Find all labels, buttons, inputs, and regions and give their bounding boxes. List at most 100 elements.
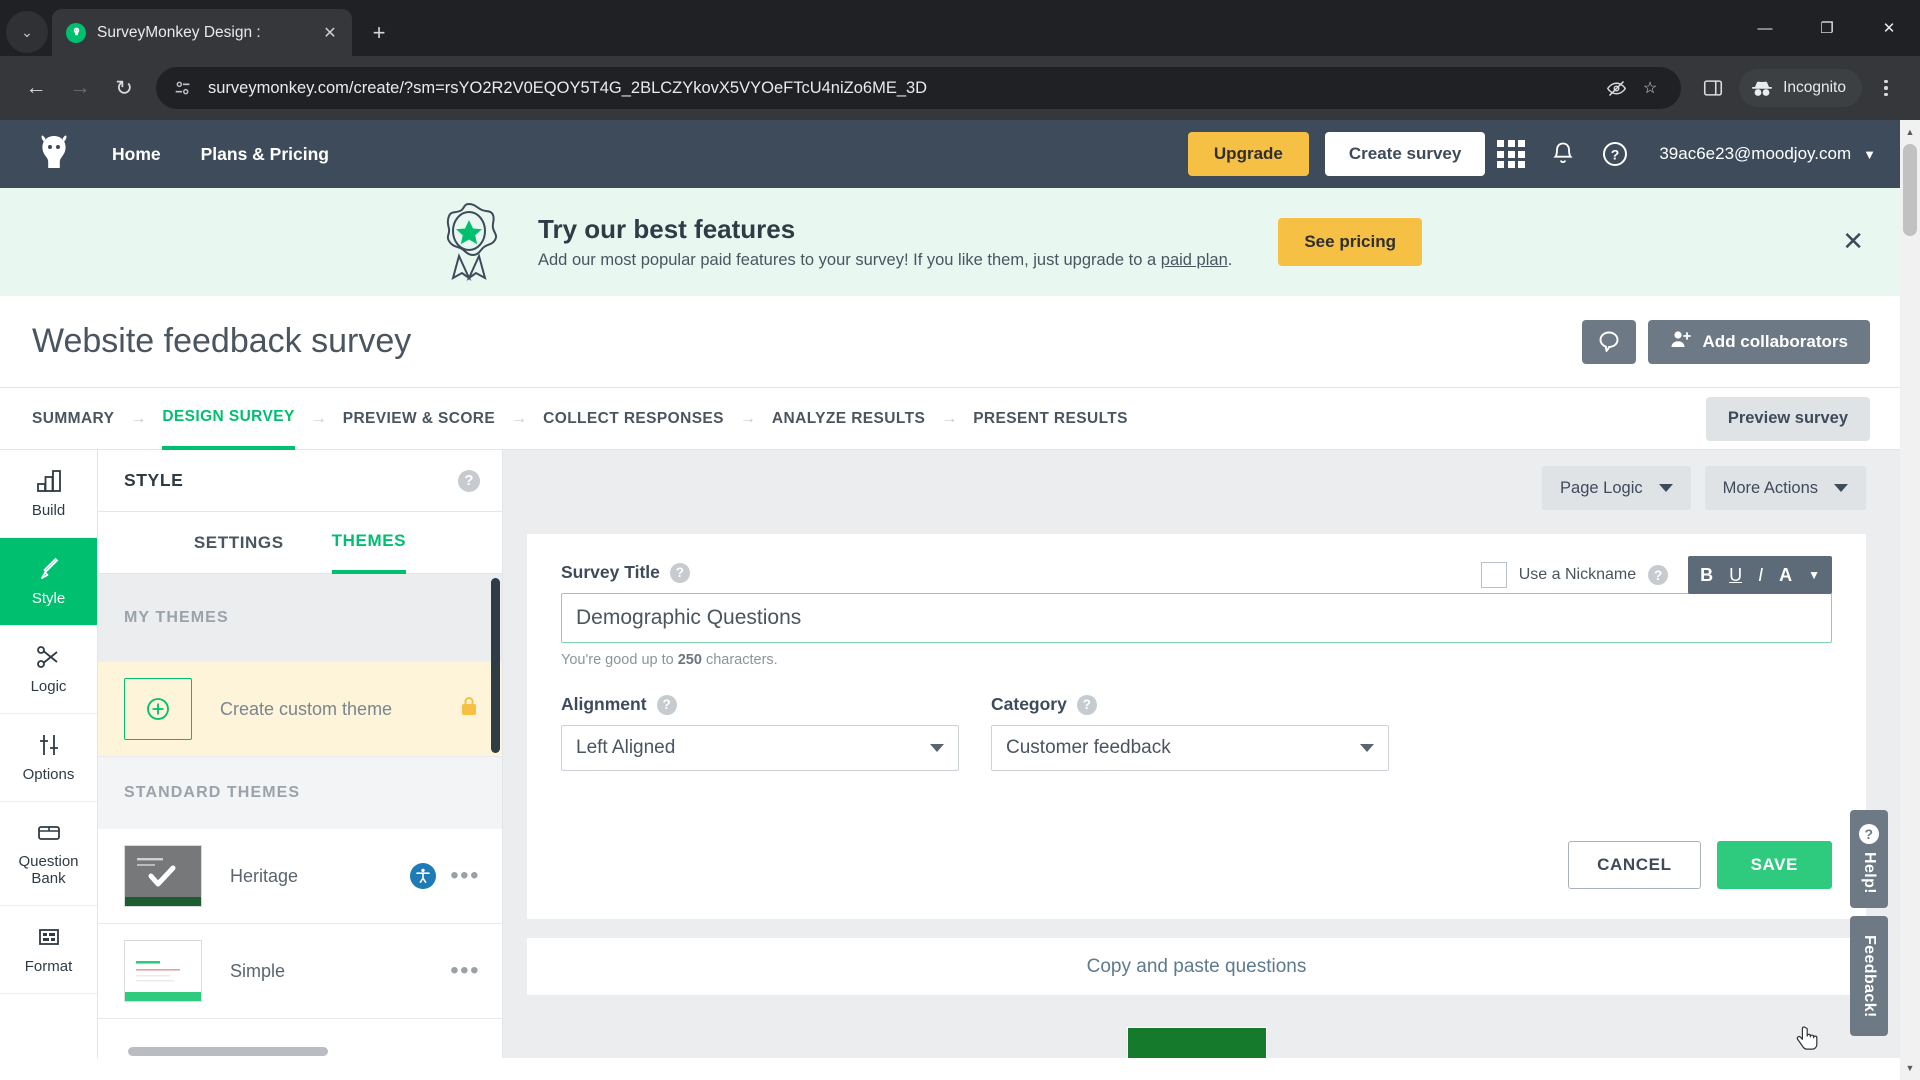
- accessibility-icon[interactable]: [410, 863, 437, 889]
- more-actions-button[interactable]: More Actions: [1704, 466, 1866, 510]
- alignment-select[interactable]: Left Aligned: [561, 725, 959, 771]
- page-logic-button[interactable]: Page Logic: [1542, 466, 1691, 510]
- themes-scrollbar[interactable]: [491, 578, 500, 753]
- page-info-icon[interactable]: [172, 77, 194, 99]
- tab-design-survey[interactable]: DESIGN SURVEY: [162, 388, 295, 450]
- help-icon[interactable]: ?: [458, 469, 480, 492]
- upgrade-button[interactable]: Upgrade: [1187, 132, 1309, 176]
- theme-options-icon[interactable]: •••: [450, 863, 480, 888]
- use-nickname-checkbox[interactable]: [1480, 562, 1507, 588]
- tab-collect-responses[interactable]: COLLECT RESPONSES: [543, 388, 724, 450]
- format-more-caret-icon[interactable]: ▼: [1808, 568, 1820, 582]
- scroll-up-arrow-icon[interactable]: ▲: [1900, 122, 1920, 142]
- notifications-bell-icon[interactable]: [1537, 130, 1589, 178]
- tab-analyze-results[interactable]: ANALYZE RESULTS: [772, 388, 925, 450]
- nav-link-plans-pricing[interactable]: Plans & Pricing: [201, 144, 329, 165]
- chevron-down-icon: [1658, 484, 1673, 492]
- tab-themes[interactable]: THEMES: [331, 512, 407, 574]
- theme-row-create-custom[interactable]: Create custom theme: [98, 662, 502, 757]
- sidebar-item-options[interactable]: Options: [0, 714, 97, 802]
- tab-settings[interactable]: SETTINGS: [194, 512, 284, 574]
- account-menu[interactable]: 39ac6e23@moodjoy.com ▼: [1659, 144, 1876, 164]
- toolbar-right: Incognito: [1691, 66, 1906, 110]
- sidebar-label-build: Build: [31, 501, 66, 519]
- help-icon[interactable]: ?: [1076, 694, 1097, 715]
- next-button-partial[interactable]: [1126, 1027, 1267, 1058]
- window-close-button[interactable]: ✕: [1858, 0, 1920, 56]
- new-tab-button[interactable]: +: [362, 16, 396, 50]
- address-bar-url: surveymonkey.com/create/?sm=rsYO2R2V0EQO…: [208, 78, 928, 97]
- chevron-down-icon: ▼: [1863, 146, 1876, 162]
- paid-plan-link[interactable]: paid plan: [1161, 251, 1228, 269]
- tab-search-button[interactable]: ⌄: [6, 11, 48, 53]
- page-content: Home Plans & Pricing Upgrade Create surv…: [0, 120, 1900, 1080]
- sidebar-item-build[interactable]: Build: [0, 450, 97, 538]
- save-button[interactable]: SAVE: [1716, 841, 1832, 889]
- incognito-indicator[interactable]: Incognito: [1739, 69, 1862, 107]
- sidebar-item-style[interactable]: Style: [0, 538, 97, 626]
- apps-grid-icon[interactable]: [1485, 130, 1537, 178]
- surveymonkey-top-nav: Home Plans & Pricing Upgrade Create surv…: [0, 120, 1900, 188]
- help-tab-button[interactable]: ? Help!: [1850, 810, 1888, 908]
- award-ribbon-icon: [430, 201, 508, 283]
- page-title: Website feedback survey: [32, 322, 412, 360]
- sidebar-item-format[interactable]: Format: [0, 906, 97, 994]
- incognito-label: Incognito: [1783, 79, 1846, 96]
- surveymonkey-logo[interactable]: [30, 132, 78, 176]
- create-survey-button[interactable]: Create survey: [1324, 132, 1486, 176]
- bookmark-star-icon[interactable]: ☆: [1635, 73, 1665, 103]
- svg-text:?: ?: [1611, 147, 1620, 163]
- close-tab-icon[interactable]: ✕: [318, 21, 342, 45]
- window-maximize-button[interactable]: ❐: [1796, 0, 1858, 56]
- back-button[interactable]: ←: [14, 66, 58, 110]
- eye-off-icon[interactable]: [1601, 73, 1631, 103]
- browser-menu-button[interactable]: [1866, 68, 1906, 108]
- window-minimize-button[interactable]: —: [1734, 0, 1796, 56]
- comment-balloon-icon[interactable]: [1581, 319, 1636, 364]
- help-icon[interactable]: ?: [656, 694, 677, 715]
- reload-button[interactable]: ↻: [102, 66, 146, 110]
- add-collaborators-button[interactable]: Add collaborators: [1647, 319, 1870, 364]
- scroll-down-arrow-icon[interactable]: ▼: [1900, 1058, 1920, 1078]
- address-bar[interactable]: surveymonkey.com/create/?sm=rsYO2R2V0EQO…: [156, 67, 1682, 109]
- cancel-button[interactable]: CANCEL: [1568, 841, 1701, 889]
- theme-row-heritage[interactable]: Heritage •••: [98, 829, 502, 924]
- survey-title-input[interactable]: [561, 593, 1832, 643]
- tab-summary[interactable]: SUMMARY: [32, 388, 114, 450]
- tab-preview-score[interactable]: PREVIEW & SCORE: [343, 388, 495, 450]
- theme-options-icon[interactable]: •••: [450, 958, 480, 983]
- underline-button[interactable]: U: [1729, 565, 1742, 586]
- panel-horizontal-scrollbar[interactable]: [98, 1044, 488, 1058]
- work-area: Build Style Logic Options Question Bank …: [0, 450, 1900, 1058]
- preview-survey-button[interactable]: Preview survey: [1705, 396, 1870, 441]
- tab-present-results[interactable]: PRESENT RESULTS: [973, 388, 1128, 450]
- help-icon[interactable]: ?: [669, 562, 690, 583]
- browser-tab[interactable]: SurveyMonkey Design : ✕: [52, 9, 352, 56]
- browser-tab-title: SurveyMonkey Design :: [97, 23, 261, 41]
- font-color-button[interactable]: A: [1779, 565, 1792, 586]
- help-question-icon[interactable]: ?: [1589, 130, 1641, 178]
- side-panel-icon[interactable]: [1691, 66, 1735, 110]
- copy-and-paste-questions-link[interactable]: Copy and paste questions: [1087, 956, 1307, 978]
- category-select[interactable]: Customer feedback: [991, 725, 1389, 771]
- question-bank-icon: [36, 819, 62, 850]
- help-icon[interactable]: ?: [1648, 565, 1669, 585]
- sidebar-item-logic[interactable]: Logic: [0, 626, 97, 714]
- hint-before: You're good up to: [561, 652, 678, 668]
- page-vertical-scrollbar[interactable]: ▲ ▼: [1900, 120, 1920, 1080]
- scrollbar-thumb[interactable]: [1903, 144, 1917, 236]
- forward-button[interactable]: →: [58, 66, 102, 110]
- simple-thumb: [124, 940, 202, 1002]
- italic-button[interactable]: I: [1758, 565, 1763, 586]
- sidebar-item-question-bank[interactable]: Question Bank: [0, 802, 97, 906]
- sidebar-label-logic: Logic: [30, 677, 67, 695]
- nav-link-home[interactable]: Home: [112, 144, 161, 165]
- category-field: Category ? Customer feedback: [991, 694, 1389, 771]
- build-blocks-icon: [36, 468, 62, 499]
- close-promo-icon[interactable]: ✕: [1842, 228, 1864, 254]
- theme-row-simple[interactable]: Simple •••: [98, 924, 502, 1019]
- see-pricing-button[interactable]: See pricing: [1278, 218, 1422, 266]
- bold-button[interactable]: B: [1700, 565, 1713, 586]
- feedback-tab-button[interactable]: Feedback!: [1850, 916, 1888, 1036]
- alignment-value: Left Aligned: [576, 737, 676, 758]
